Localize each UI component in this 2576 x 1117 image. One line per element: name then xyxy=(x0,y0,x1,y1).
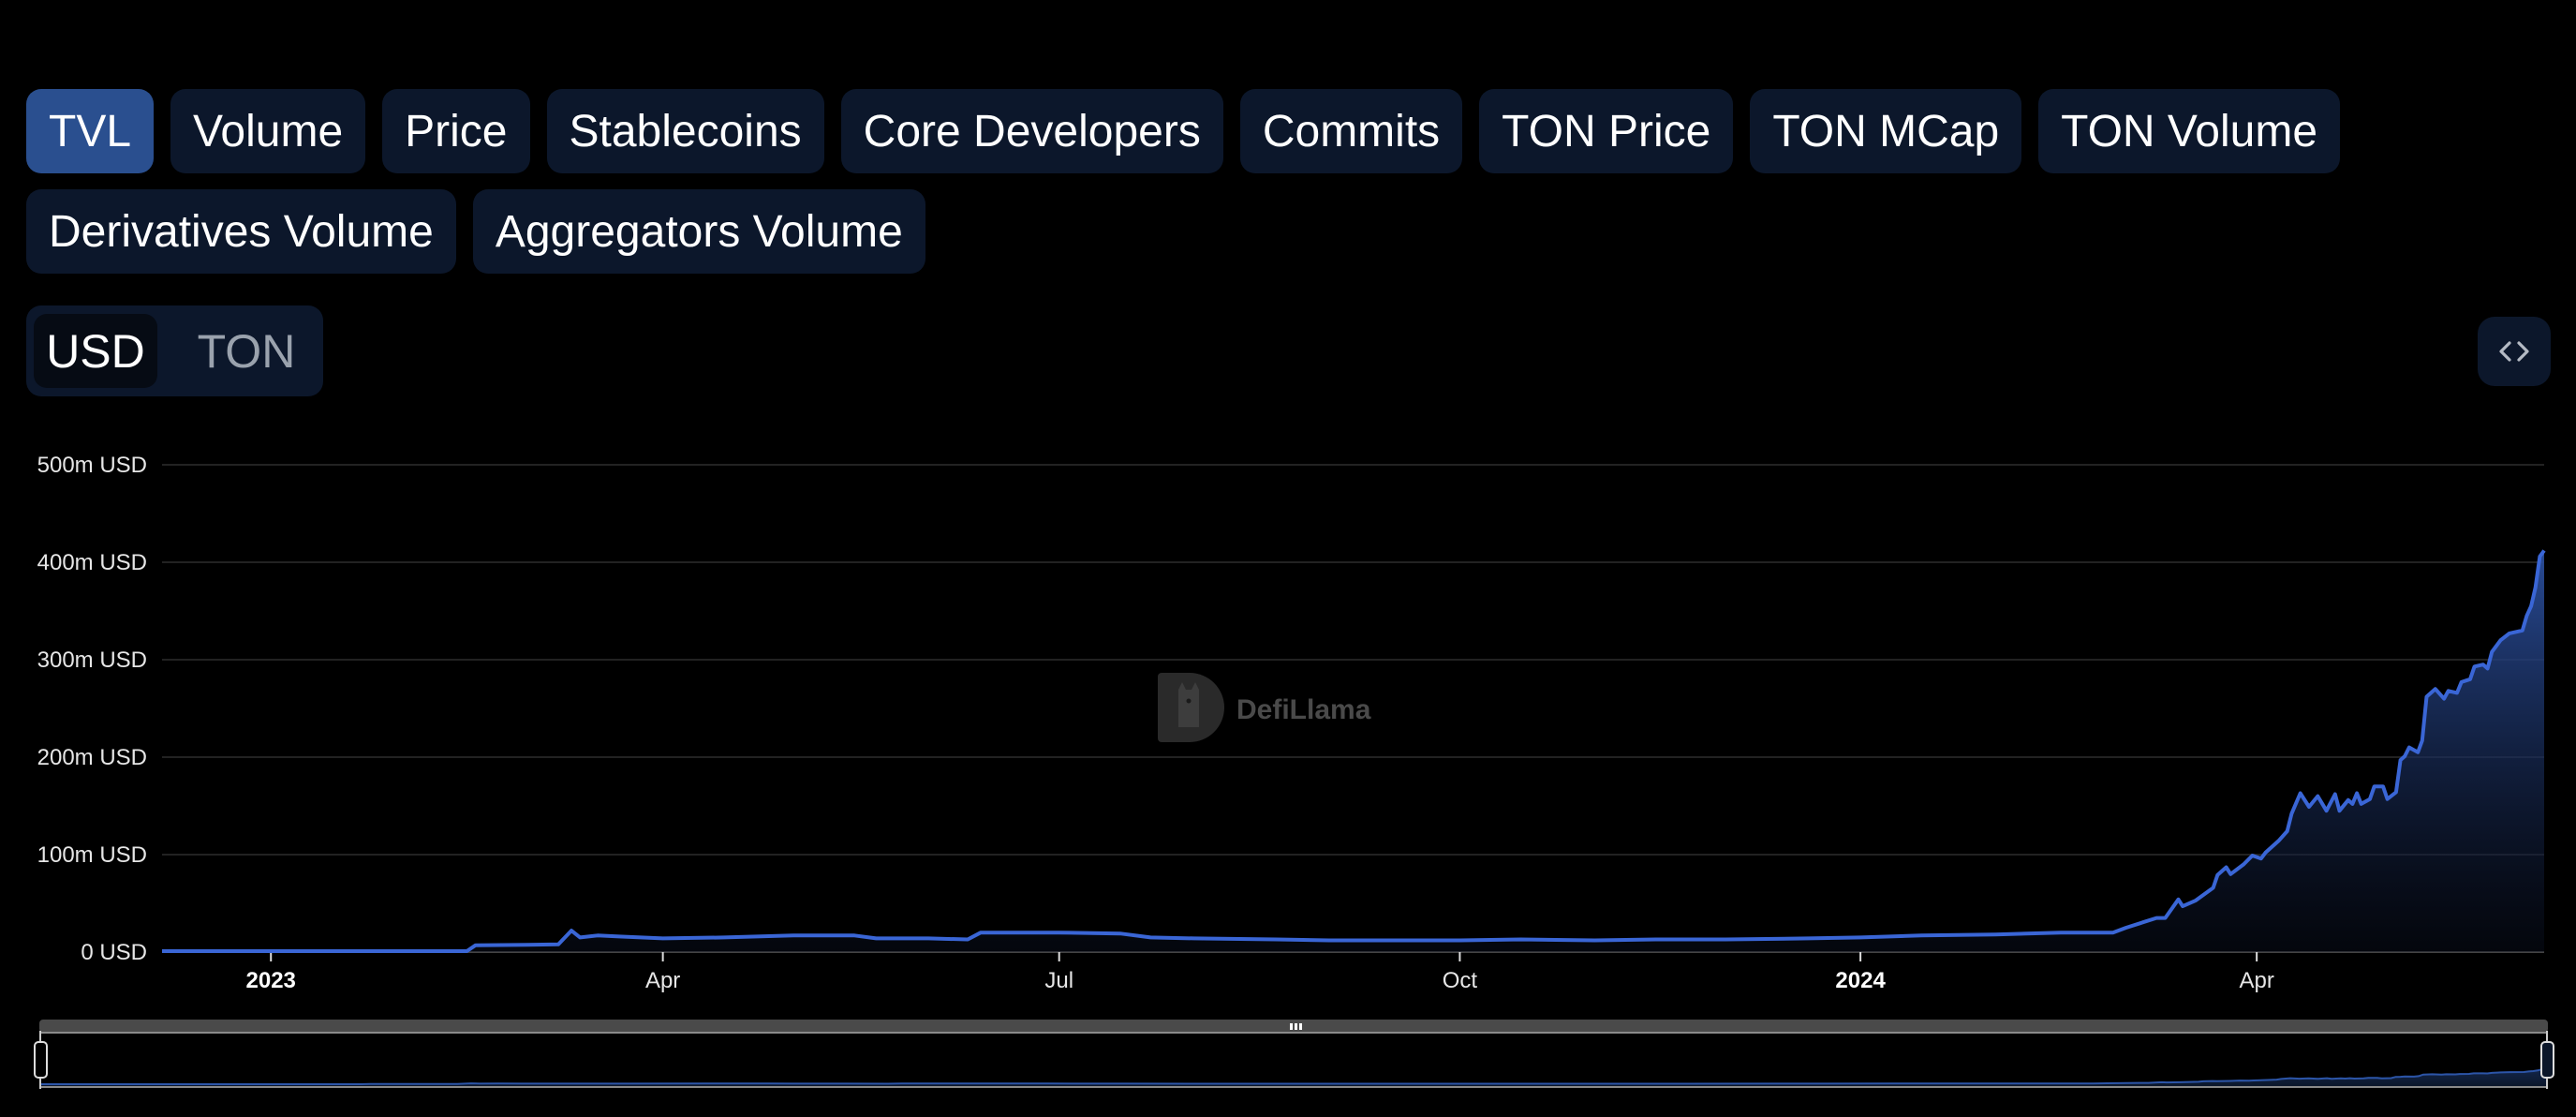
defillama-logo-icon xyxy=(1158,673,1224,742)
tab-price[interactable]: Price xyxy=(382,89,530,173)
tab-aggregators-volume[interactable]: Aggregators Volume xyxy=(472,189,925,274)
tab-volume[interactable]: Volume xyxy=(170,89,366,173)
data-zoom-slider[interactable] xyxy=(34,1020,2554,1089)
x-tick-label: Apr xyxy=(645,968,680,993)
data-zoom-drag-bar[interactable] xyxy=(39,1020,2548,1033)
watermark: DefiLlama xyxy=(1158,673,1371,742)
x-tick-label: Oct xyxy=(1443,968,1478,993)
tvl-chart: 0 USD 100m USD 200m USD 300m USD 400m USD 500… xyxy=(34,453,2554,1089)
tab-core-developers[interactable]: Core Developers xyxy=(840,89,1223,173)
y-tick-label: 100m USD xyxy=(37,842,147,868)
tab-ton-price[interactable]: TON Price xyxy=(1479,89,1734,173)
tab-derivatives-volume[interactable]: Derivatives Volume xyxy=(26,189,456,274)
code-brackets-icon xyxy=(2499,341,2529,362)
tab-commits[interactable]: Commits xyxy=(1239,89,1463,173)
denomination-ton-option[interactable]: TON xyxy=(176,314,317,388)
denomination-toggle: USD TON xyxy=(26,305,323,396)
data-zoom-window xyxy=(39,1032,2548,1088)
data-zoom-left-handle[interactable] xyxy=(34,1031,48,1089)
tab-stablecoins[interactable]: Stablecoins xyxy=(546,89,824,173)
embed-chart-button[interactable] xyxy=(2478,317,2551,386)
tab-ton-mcap[interactable]: TON MCap xyxy=(1750,89,2022,173)
tvl-area-fill xyxy=(162,550,2544,952)
tab-ton-volume[interactable]: TON Volume xyxy=(2038,89,2341,173)
denomination-usd-option[interactable]: USD xyxy=(34,314,157,388)
data-zoom-grip-icon xyxy=(1290,1023,1302,1030)
tvl-line xyxy=(162,549,2546,953)
x-axis: 2023 Apr Jul Oct 2024 Apr xyxy=(246,952,2274,993)
watermark-text: DefiLlama xyxy=(1236,694,1371,725)
x-tick-label: 2023 xyxy=(246,968,296,993)
y-tick-label: 300m USD xyxy=(37,648,147,673)
y-tick-label: 0 USD xyxy=(81,940,147,965)
y-axis: 0 USD 100m USD 200m USD 300m USD 400m USD 500… xyxy=(37,453,147,965)
tab-tvl[interactable]: TVL xyxy=(26,89,155,173)
grid-lines xyxy=(162,464,2544,856)
x-tick-label: Jul xyxy=(1044,968,1073,993)
chart-type-tabs: TVL Volume Price Stablecoins Core Develo… xyxy=(26,89,2480,274)
x-tick-label: 2024 xyxy=(1835,968,1886,993)
y-tick-label: 200m USD xyxy=(37,745,147,770)
y-tick-label: 500m USD xyxy=(37,453,147,478)
y-tick-label: 400m USD xyxy=(37,550,147,575)
x-tick-label: Apr xyxy=(2239,968,2273,993)
data-zoom-preview-line xyxy=(40,1067,2548,1085)
